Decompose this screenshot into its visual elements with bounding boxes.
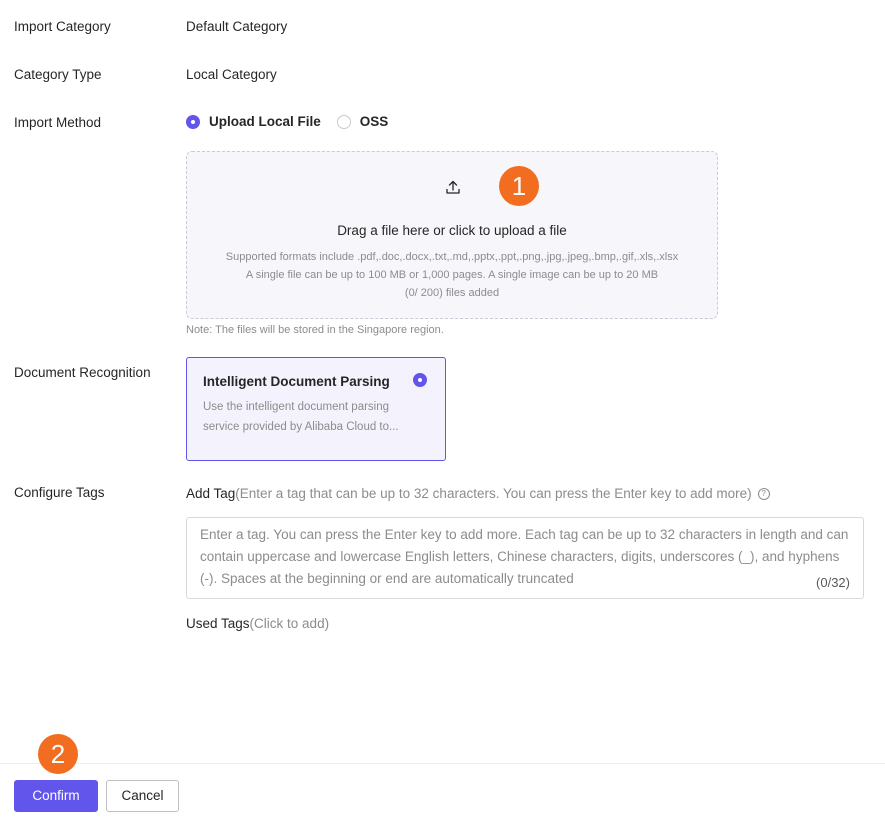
import-category-label: Import Category xyxy=(14,19,111,34)
radio-checked-icon xyxy=(413,373,427,387)
used-tags-label: Used Tags xyxy=(186,616,250,631)
footer-divider xyxy=(0,763,885,764)
document-recognition-label: Document Recognition xyxy=(14,365,151,380)
file-upload-dropzone[interactable]: 1 Drag a file here or click to upload a … xyxy=(186,151,718,319)
used-tags-hint: (Click to add) xyxy=(249,616,330,631)
storage-region-note: Note: The files will be stored in the Si… xyxy=(186,324,444,336)
step-1-badge: 1 xyxy=(499,166,539,206)
radio-unchecked-icon xyxy=(336,114,351,129)
confirm-button[interactable]: Confirm xyxy=(14,780,98,812)
import-method-radio-group: Upload Local File OSS xyxy=(186,114,404,129)
radio-oss-label: OSS xyxy=(359,114,389,129)
card-title: Intelligent Document Parsing xyxy=(203,374,390,389)
radio-checked-icon xyxy=(186,114,200,129)
add-tag-hint: (Enter a tag that can be up to 32 charac… xyxy=(235,486,752,501)
tag-char-counter: (0/32) xyxy=(816,575,850,590)
add-tag-header: Add Tag (Enter a tag that can be up to 32… xyxy=(186,486,770,501)
upload-formats: Supported formats include .pdf,.doc,.doc… xyxy=(225,251,679,263)
step-2-badge: 2 xyxy=(38,734,78,774)
import-category-value: Default Category xyxy=(186,19,288,34)
configure-tags-label: Configure Tags xyxy=(14,485,105,500)
radio-oss[interactable]: OSS xyxy=(336,114,389,129)
radio-upload-local-file-label: Upload Local File xyxy=(209,114,321,129)
cancel-button[interactable]: Cancel xyxy=(106,780,179,812)
card-description: Use the intelligent document parsing ser… xyxy=(203,401,399,433)
help-icon[interactable]: ? xyxy=(757,487,770,500)
add-tag-label: Add Tag xyxy=(186,486,236,501)
upload-limits: A single file can be up to 100 MB or 1,0… xyxy=(245,269,659,281)
upload-title: Drag a file here or click to upload a fi… xyxy=(337,223,567,238)
used-tags: Used Tags(Click to add) xyxy=(186,616,329,631)
upload-icon xyxy=(446,180,460,194)
category-type-value: Local Category xyxy=(186,67,277,82)
radio-upload-local-file[interactable]: Upload Local File xyxy=(186,114,321,129)
upload-file-count: (0/ 200) files added xyxy=(404,287,500,299)
tag-input[interactable]: Enter a tag. You can press the Enter key… xyxy=(186,517,864,599)
import-method-label: Import Method xyxy=(14,115,102,130)
intelligent-document-parsing-card[interactable]: Intelligent Document Parsing Use the int… xyxy=(186,357,446,461)
tag-input-placeholder: Enter a tag. You can press the Enter key… xyxy=(200,527,849,586)
category-type-label: Category Type xyxy=(14,67,102,82)
